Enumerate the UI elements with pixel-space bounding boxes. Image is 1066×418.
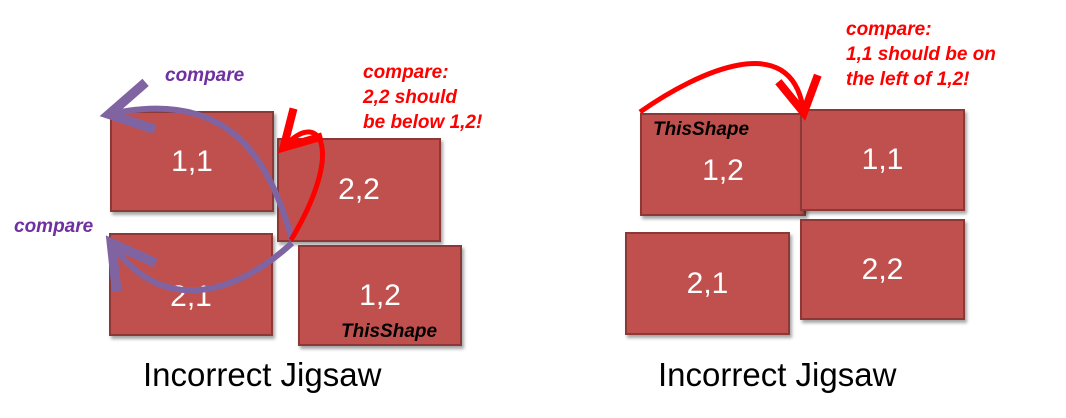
jigsaw-diagram: 1,1 2,2 2,1 1,2 ThisShape compare compar… <box>0 0 1066 418</box>
tile-label: 2,2 <box>338 173 380 206</box>
right-note: compare: 1,1 should be on the left of 1,… <box>846 17 996 92</box>
right-shape-tag: ThisShape <box>653 119 750 140</box>
tile-label: 1,2 <box>702 153 744 187</box>
tile-label: 1,1 <box>171 144 213 178</box>
note-line: be below 1,2! <box>363 112 483 133</box>
tile-label: 2,2 <box>861 252 904 286</box>
tile-label: 2,1 <box>170 279 212 313</box>
note-line: compare: <box>846 19 932 40</box>
right-tile-2-2: 2,2 <box>800 219 965 320</box>
note-line: the left of 1,2! <box>846 69 970 90</box>
left-caption: Incorrect Jigsaw <box>143 356 382 393</box>
note-line: 2,2 should <box>363 87 457 108</box>
tile-label: 1,2 <box>359 278 401 312</box>
right-tile-2-1: 2,1 <box>625 232 790 335</box>
right-tile-1-1: 1,1 <box>800 109 965 211</box>
left-compare-side: compare <box>14 216 94 237</box>
right-caption: Incorrect Jigsaw <box>658 356 897 393</box>
red-arrow-right <box>638 61 822 121</box>
tile-label: 2,1 <box>686 266 729 300</box>
left-tile-1-1: 1,1 <box>110 111 274 212</box>
left-tile-2-2: 2,2 <box>277 138 441 242</box>
note-line: 1,1 should be on <box>846 44 996 65</box>
left-shape-tag: ThisShape <box>341 321 438 342</box>
left-compare-top: compare <box>165 65 245 86</box>
tile-label: 1,1 <box>861 143 904 176</box>
note-line: compare: <box>363 62 449 83</box>
left-note: compare: 2,2 should be below 1,2! <box>363 60 482 135</box>
left-tile-2-1: 2,1 <box>109 233 273 336</box>
